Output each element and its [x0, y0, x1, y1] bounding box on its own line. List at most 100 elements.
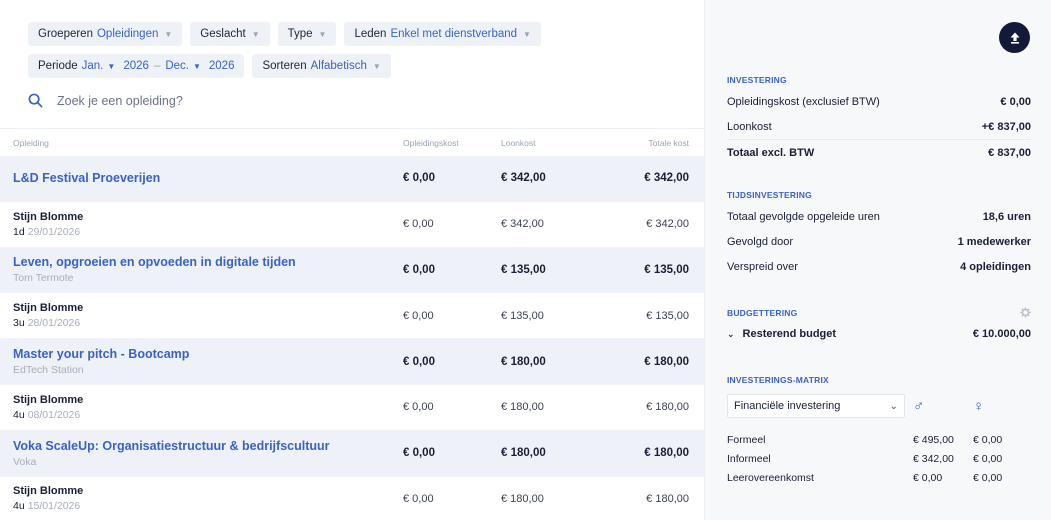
participant-loonkost: € 342,00 [501, 218, 544, 231]
participant-row[interactable]: Stijn Blomme 3u 28/01/2026 € 0,00 € 135,0… [0, 293, 704, 340]
export-button[interactable] [999, 22, 1030, 53]
training-totaal: € 135,00 [644, 263, 689, 276]
participant-row[interactable]: Stijn Blomme 1d 29/01/2026 € 0,00 € 342,0… [0, 202, 704, 248]
training-loonkost: € 180,00 [501, 447, 546, 460]
period-from-month[interactable]: Jan. [82, 60, 104, 72]
period-to-year[interactable]: 2026 [209, 60, 235, 72]
chevron-down-icon: ▼ [192, 61, 201, 71]
header-totale-kost[interactable]: Totale kost [611, 138, 704, 148]
participant-duration: 4u [13, 408, 25, 421]
matrix-row: Formeel € 495,00 € 0,00 [727, 430, 1031, 449]
matrix-label: Leerovereenkomst [727, 471, 814, 484]
summary-sidebar: INVESTERING Opleidingskost (exclusief BT… [704, 0, 1051, 520]
training-group-row[interactable]: Master your pitch - Bootcamp EdTech Stati… [0, 339, 704, 385]
training-totaal: € 180,00 [644, 355, 689, 368]
resterend-budget-toggle[interactable]: ⌄ Resterend budget € 10.000,00 [727, 321, 1031, 346]
group-filter-value: Opleidingen [96, 28, 159, 40]
training-provider: Tom Termote [13, 272, 74, 285]
investeringsmatrix-section: INVESTERINGS-MATRIX Financiële investeri… [727, 375, 1031, 487]
training-title[interactable]: Master your pitch - Bootcamp [13, 347, 390, 361]
type-filter-label: Type [287, 28, 313, 40]
gender-filter[interactable]: Geslacht ▼ [190, 22, 270, 46]
investering-title: INVESTERING [727, 75, 787, 85]
participant-totaal: € 180,00 [646, 401, 689, 414]
matrix-male-value: € 342,00 [913, 452, 954, 465]
summary-label: Verspreid over [727, 260, 798, 273]
training-group-row[interactable]: L&D Festival Proeverijen € 0,00 € 342,00… [0, 156, 704, 202]
search-input[interactable] [57, 93, 357, 108]
participant-row[interactable]: Stijn Blomme 4u 15/01/2026 € 0,00 € 180,0… [0, 477, 704, 520]
training-opleidingskost: € 0,00 [403, 447, 435, 460]
participant-date: 15/01/2026 [27, 500, 81, 513]
participant-opleidingskost: € 0,00 [403, 401, 434, 414]
participant-totaal: € 135,00 [646, 309, 689, 322]
participant-name: Stijn Blomme [13, 302, 84, 315]
header-loonkost[interactable]: Loonkost [487, 138, 611, 148]
loonkost-row: Loonkost +€ 837,00 [727, 114, 1031, 139]
training-loonkost: € 180,00 [501, 355, 546, 368]
table-header: Opleiding Opleidingskost Loonkost Totale… [0, 128, 704, 156]
filter-bar: Groeperen Opleidingen ▼ Geslacht ▼ Type … [28, 22, 688, 86]
chevron-down-icon: ▼ [107, 61, 116, 71]
training-provider: Voka [13, 455, 37, 468]
matrix-male-value: € 495,00 [913, 433, 954, 446]
chevron-down-icon: ▼ [318, 29, 327, 39]
group-filter[interactable]: Groeperen Opleidingen ▼ [28, 22, 183, 46]
period-filter[interactable]: Periode Jan. ▼ 2026 – Dec. ▼ 2026 [28, 54, 245, 78]
training-title[interactable]: Leven, opgroeien en opvoeden in digitale… [13, 255, 390, 269]
participant-duration: 4u [13, 500, 25, 513]
resterend-budget-label: Resterend budget [742, 327, 837, 340]
male-icon: ♂ [913, 397, 925, 415]
main-panel: Groeperen Opleidingen ▼ Geslacht ▼ Type … [0, 0, 704, 520]
period-from-year[interactable]: 2026 [123, 60, 149, 72]
training-opleidingskost: € 0,00 [403, 355, 435, 368]
period-label: Periode [38, 60, 78, 72]
summary-label: Opleidingskost (exclusief BTW) [727, 95, 880, 108]
members-filter-value: Enkel met dienstverband [390, 28, 518, 40]
chevron-down-icon: ⌄ [727, 328, 735, 339]
investeringsmatrix-title: INVESTERINGS-MATRIX [727, 375, 829, 385]
sort-filter[interactable]: Sorteren Alfabetisch ▼ [252, 54, 391, 78]
search-icon [28, 93, 43, 108]
participant-duration: 1d [13, 225, 25, 238]
participant-totaal: € 342,00 [646, 218, 689, 231]
participant-name: Stijn Blomme [13, 485, 84, 498]
tijdsinvestering-title: TIJDSINVESTERING [727, 190, 812, 200]
header-opleiding[interactable]: Opleiding [0, 138, 390, 148]
chevron-down-icon: ▼ [523, 29, 531, 39]
investment-type-select[interactable]: Financiële investering ⌄ [727, 394, 905, 418]
matrix-row: Leerovereenkomst € 0,00 € 0,00 [727, 468, 1031, 487]
training-group-row[interactable]: Leven, opgroeien en opvoeden in digitale… [0, 247, 704, 294]
gevolgd-door-row: Gevolgd door 1 medewerker [727, 229, 1031, 254]
training-loonkost: € 342,00 [501, 172, 546, 185]
training-title[interactable]: L&D Festival Proeverijen [13, 171, 390, 185]
period-to-month[interactable]: Dec. [165, 60, 189, 72]
header-opleidingskost[interactable]: Opleidingskost [390, 138, 487, 148]
members-filter-label: Leden [354, 28, 387, 40]
participant-name: Stijn Blomme [13, 210, 84, 223]
summary-label: Gevolgd door [727, 235, 794, 248]
chevron-down-icon: ⌄ [889, 400, 898, 412]
participant-date: 28/01/2026 [27, 317, 81, 330]
participant-totaal: € 180,00 [646, 492, 689, 505]
type-filter[interactable]: Type ▼ [277, 22, 337, 46]
training-group-row[interactable]: Voka ScaleUp: Organisatiestructuur & bed… [0, 430, 704, 477]
training-title[interactable]: Voka ScaleUp: Organisatiestructuur & bed… [13, 439, 390, 453]
gender-filter-label: Geslacht [200, 28, 246, 40]
matrix-label: Informeel [727, 452, 771, 465]
gear-icon[interactable] [1020, 307, 1031, 318]
search-bar [28, 93, 357, 108]
matrix-female-value: € 0,00 [973, 433, 1003, 446]
members-filter[interactable]: Leden Enkel met dienstverband ▼ [344, 22, 541, 46]
chevron-down-icon: ▼ [164, 29, 173, 39]
matrix-label: Formeel [727, 433, 766, 446]
resterend-budget-value: € 10.000,00 [972, 327, 1031, 340]
training-totaal: € 180,00 [644, 447, 689, 460]
participant-row[interactable]: Stijn Blomme 4u 08/01/2026 € 0,00 € 180,0… [0, 385, 704, 431]
summary-label: Totaal gevolgde opgeleide uren [727, 210, 880, 223]
female-icon: ♀ [973, 397, 985, 415]
summary-value: 4 opleidingen [960, 260, 1031, 273]
summary-value: 18,6 uren [982, 210, 1031, 223]
participant-date: 08/01/2026 [27, 408, 81, 421]
summary-value: 1 medewerker [957, 235, 1031, 248]
